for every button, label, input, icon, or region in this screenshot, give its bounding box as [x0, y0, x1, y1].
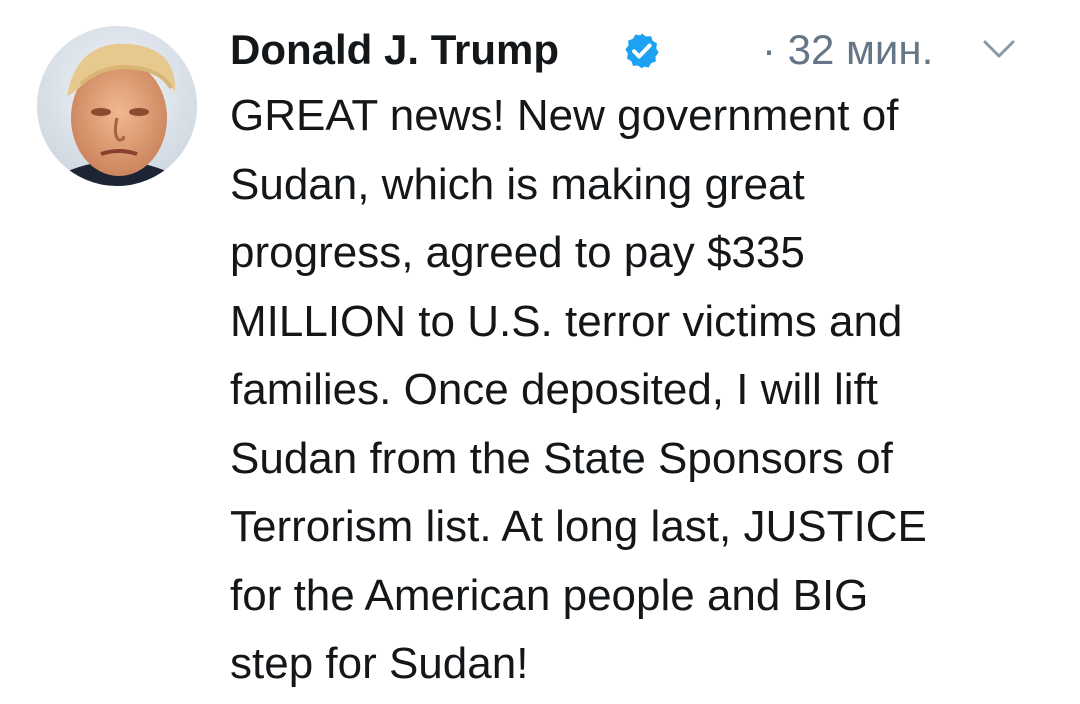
tweet-text: GREAT news! New government of Sudan, whi… — [230, 82, 1050, 699]
tweet-header: Donald J. Trump · 32 мин. — [230, 22, 1050, 78]
timestamp[interactable]: · 32 мин. — [762, 26, 933, 74]
tweet-text-line: Sudan from the State Sponsors of — [230, 433, 893, 483]
verified-badge-icon — [625, 33, 659, 69]
chevron-down-icon[interactable] — [982, 38, 1016, 60]
tweet-text-line: families. Once deposited, I will lift — [230, 365, 879, 414]
tweet[interactable]: Donald J. Trump · 32 мин. GREAT news! Ne… — [0, 0, 1080, 704]
tweet-text-line: GREAT news! New government of — [230, 91, 899, 140]
tweet-text-line: Terrorism list. At long last, JUSTICE — [230, 502, 927, 551]
tweet-text-line: MILLION to U.S. terror victims and — [230, 296, 903, 346]
tweet-text-line: step for Sudan! — [230, 639, 529, 688]
profile-photo — [37, 26, 197, 186]
avatar[interactable] — [37, 26, 197, 186]
author-name[interactable]: Donald J. Trump — [230, 26, 559, 74]
tweet-text-line: progress, agreed to pay $335 — [230, 228, 805, 277]
tweet-text-line: for the American people and BIG — [230, 570, 869, 620]
tweet-text-line: Sudan, which is making great — [230, 159, 805, 209]
